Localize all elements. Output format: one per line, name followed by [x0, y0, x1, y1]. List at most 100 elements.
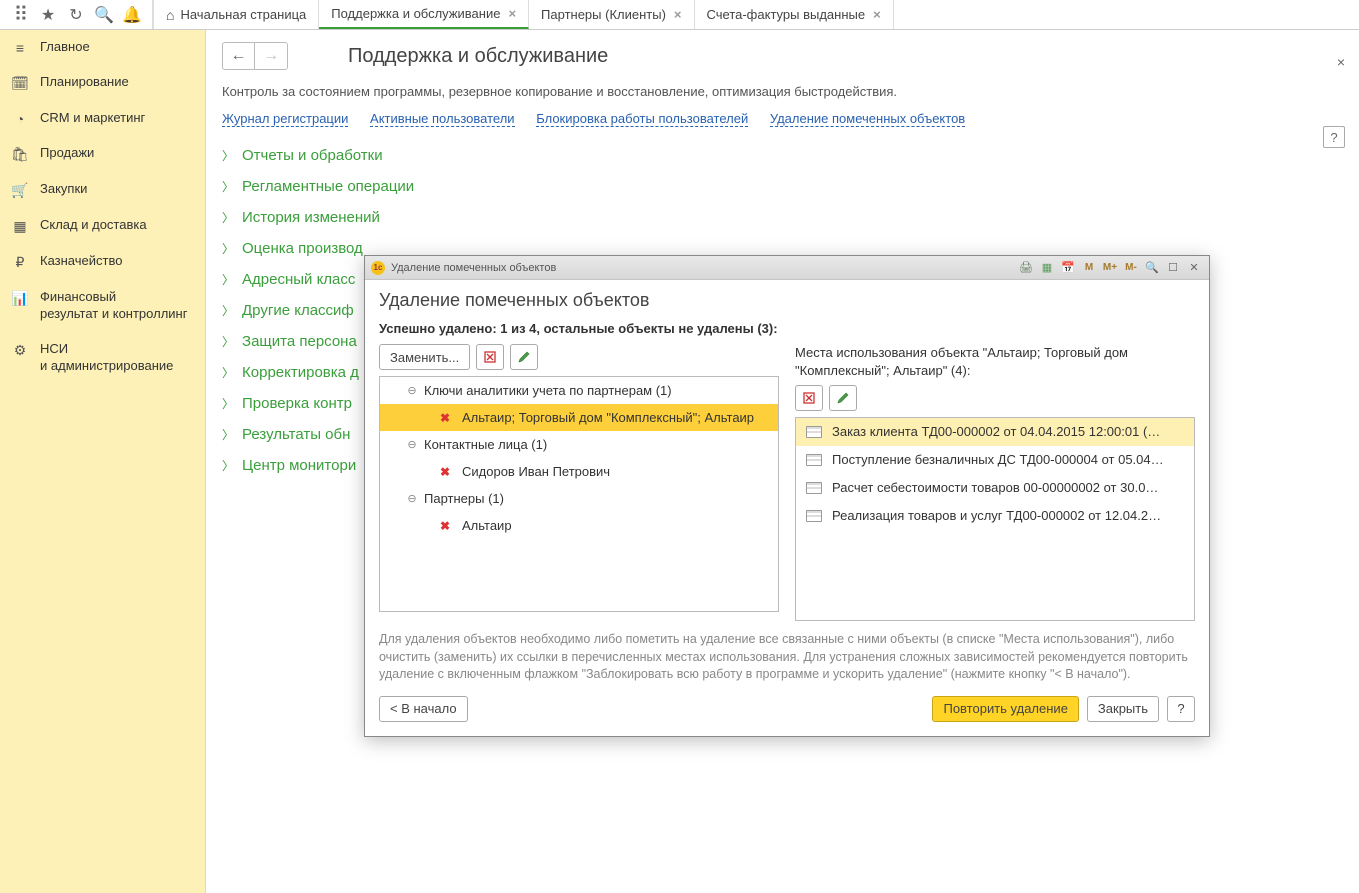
sidebar-item-planning[interactable]: 🗓Планирование	[0, 65, 205, 101]
sidebar-item-main[interactable]: ≡Главное	[0, 30, 205, 65]
tab-partners[interactable]: Партнеры (Клиенты) ×	[529, 0, 694, 29]
close-icon[interactable]: ×	[674, 7, 682, 22]
page-title: Поддержка и обслуживание	[348, 45, 608, 68]
table-icon[interactable]: ▦	[1038, 260, 1056, 276]
close-page-icon[interactable]: ×	[1337, 54, 1345, 70]
usage-column: Места использования объекта "Альтаир; То…	[795, 344, 1195, 621]
section-label: Защита персона	[242, 333, 357, 350]
usage-row[interactable]: Реализация товаров и услуг ТД00-000002 о…	[796, 502, 1194, 530]
status-count: 1 из 4	[500, 321, 536, 336]
section-label: Оценка производ	[242, 240, 363, 257]
sidebar-item-finance[interactable]: 📊Финансовый результат и контроллинг	[0, 280, 205, 332]
tab-home-label: Начальная страница	[180, 7, 306, 22]
usage-row[interactable]: Расчет себестоимости товаров 00-00000002…	[796, 474, 1194, 502]
edit-button[interactable]	[829, 385, 857, 411]
collapse-icon[interactable]: ⊖	[406, 492, 418, 505]
sidebar: ≡Главное 🗓Планирование ◔CRM и маркетинг …	[0, 30, 206, 893]
maximize-icon[interactable]: ☐	[1164, 260, 1182, 276]
dialog-titlebar[interactable]: 1c Удаление помеченных объектов 🖨 ▦ 📅 M …	[365, 256, 1209, 280]
close-icon[interactable]: ✕	[1185, 260, 1203, 276]
sidebar-item-warehouse[interactable]: ▦ Склад и доставка	[0, 208, 205, 244]
dialog-footer: < В начало Повторить удаление Закрыть ?	[379, 696, 1195, 722]
sidebar-item-label: Склад и доставка	[40, 217, 147, 234]
chevron-right-icon: 〉	[222, 271, 234, 288]
link-delete-marked[interactable]: Удаление помеченных объектов	[770, 111, 965, 127]
usage-heading: Места использования объекта "Альтаир; То…	[795, 344, 1195, 379]
chevron-right-icon: 〉	[222, 364, 234, 381]
m-button[interactable]: M	[1080, 260, 1098, 276]
sidebar-item-sales[interactable]: 🛍Продажи	[0, 136, 205, 172]
usage-row[interactable]: Заказ клиента ТД00-000002 от 04.04.2015 …	[796, 418, 1194, 446]
section-history[interactable]: 〉История изменений	[222, 202, 1343, 233]
tab-support[interactable]: Поддержка и обслуживание ×	[319, 0, 529, 29]
repeat-delete-button[interactable]: Повторить удаление	[932, 696, 1078, 722]
chevron-right-icon: 〉	[222, 395, 234, 412]
chevron-right-icon: 〉	[222, 209, 234, 226]
close-icon[interactable]: ×	[508, 6, 516, 21]
section-reports[interactable]: 〉Отчеты и обработки	[222, 140, 1343, 171]
grid-icon: ▦	[10, 218, 30, 235]
m-minus-button[interactable]: M-	[1122, 260, 1140, 276]
tree-item-label: Альтаир	[462, 518, 512, 533]
collapse-icon[interactable]: ⊖	[406, 438, 418, 451]
back-button[interactable]: ←	[223, 43, 255, 69]
section-label: Регламентные операции	[242, 178, 414, 195]
tree-group[interactable]: ⊖Партнеры (1)	[380, 485, 778, 512]
tree-item[interactable]: ✖Сидоров Иван Петрович	[380, 458, 778, 485]
link-active-users[interactable]: Активные пользователи	[370, 111, 515, 127]
objects-tree[interactable]: ⊖Ключи аналитики учета по партнерам (1) …	[379, 376, 779, 612]
tab-partners-label: Партнеры (Клиенты)	[541, 7, 666, 22]
link-block-users[interactable]: Блокировка работы пользователей	[536, 111, 748, 127]
forward-button[interactable]: →	[255, 43, 287, 69]
calendar-icon[interactable]: 📅	[1059, 260, 1077, 276]
tree-group[interactable]: ⊖Контактные лица (1)	[380, 431, 778, 458]
chevron-right-icon: 〉	[222, 147, 234, 164]
sidebar-item-label: Закупки	[40, 181, 87, 198]
close-button[interactable]: Закрыть	[1087, 696, 1159, 722]
search-icon[interactable]: 🔍	[90, 1, 118, 29]
usage-row[interactable]: Поступление безналичных ДС ТД00-000004 о…	[796, 446, 1194, 474]
top-toolbar: ⠿ ★ ↻ 🔍 🔔 ⌂ Начальная страница Поддержка…	[0, 0, 1359, 30]
back-to-start-button[interactable]: < В начало	[379, 696, 468, 722]
page-header: ← → Поддержка и обслуживание	[206, 30, 1359, 78]
link-journal[interactable]: Журнал регистрации	[222, 111, 348, 127]
mark-delete-button[interactable]	[795, 385, 823, 411]
collapse-icon[interactable]: ⊖	[406, 384, 418, 397]
tree-item-selected[interactable]: ✖Альтаир; Торговый дом "Комплексный"; Ал…	[380, 404, 778, 431]
menu-icon: ≡	[10, 40, 30, 56]
sidebar-item-crm[interactable]: ◔CRM и маркетинг	[0, 101, 205, 136]
zoom-icon[interactable]: 🔍	[1143, 260, 1161, 276]
star-icon[interactable]: ★	[34, 1, 62, 29]
chevron-right-icon: 〉	[222, 178, 234, 195]
tree-group[interactable]: ⊖Ключи аналитики учета по партнерам (1)	[380, 377, 778, 404]
section-scheduled[interactable]: 〉 Регламентные операции	[222, 171, 1343, 202]
objects-toolbar: Заменить...	[379, 344, 779, 370]
quick-links: Журнал регистрации Активные пользователи…	[222, 111, 1343, 126]
tree-item[interactable]: ✖Альтаир	[380, 512, 778, 539]
mark-delete-button[interactable]	[476, 344, 504, 370]
chart-icon: 📊	[10, 290, 30, 307]
sidebar-item-label: CRM и маркетинг	[40, 110, 145, 127]
dialog-title: Удаление помеченных объектов	[391, 262, 1017, 274]
objects-column: Заменить... ⊖Ключи аналитики учета по па…	[379, 344, 779, 621]
help-button[interactable]: ?	[1323, 126, 1345, 148]
m-plus-button[interactable]: M+	[1101, 260, 1119, 276]
close-icon[interactable]: ×	[873, 7, 881, 22]
sidebar-item-nsi[interactable]: ⚙НСИ и администрирование	[0, 332, 205, 384]
sidebar-item-treasury[interactable]: ₽Казначейство	[0, 244, 205, 280]
dialog-body: Удаление помеченных объектов Успешно уда…	[365, 280, 1209, 736]
tabs-bar: ⌂ Начальная страница Поддержка и обслужи…	[153, 0, 894, 29]
bell-icon[interactable]: 🔔	[118, 1, 146, 29]
apps-icon[interactable]: ⠿	[6, 1, 34, 29]
print-icon[interactable]: 🖨	[1017, 260, 1035, 276]
usage-list[interactable]: Заказ клиента ТД00-000002 от 04.04.2015 …	[795, 417, 1195, 621]
history-icon[interactable]: ↻	[62, 1, 90, 29]
edit-button[interactable]	[510, 344, 538, 370]
replace-button[interactable]: Заменить...	[379, 344, 470, 370]
tab-invoices[interactable]: Счета-фактуры выданные ×	[695, 0, 894, 29]
help-button[interactable]: ?	[1167, 696, 1195, 722]
tab-home[interactable]: ⌂ Начальная страница	[153, 0, 319, 29]
document-icon	[806, 510, 822, 522]
usage-label: Реализация товаров и услуг ТД00-000002 о…	[832, 508, 1161, 523]
sidebar-item-purchases[interactable]: 🛒Закупки	[0, 172, 205, 208]
